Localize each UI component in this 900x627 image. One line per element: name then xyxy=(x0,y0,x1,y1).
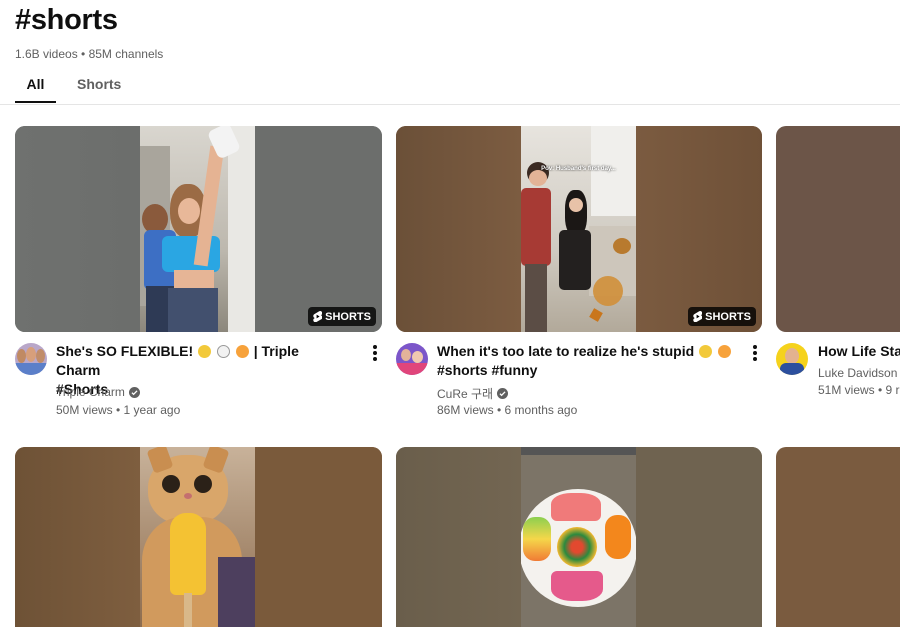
shorts-badge-label: SHORTS xyxy=(325,310,371,323)
video-thumbnail[interactable] xyxy=(776,447,900,627)
channel-name[interactable]: CuRe 구래 xyxy=(437,385,509,402)
channel-name[interactable]: Triple Charm xyxy=(56,385,140,399)
video-meta: 86M views • 6 months ago xyxy=(437,403,578,417)
tab-shorts[interactable]: Shorts xyxy=(77,74,121,105)
video-thumbnail[interactable]: Pov: Husband's first day... SHORTS xyxy=(396,126,762,332)
shorts-badge-label: SHORTS xyxy=(705,310,751,323)
shorts-icon xyxy=(693,311,703,322)
channel-avatar[interactable] xyxy=(15,343,47,375)
channel-avatar[interactable] xyxy=(776,343,808,375)
video-overlay-caption: Pov: Husband's first day... xyxy=(541,166,616,172)
channel-name-text: Triple Charm xyxy=(56,385,125,399)
video-title-text: When it's too late to realize he's stupi… xyxy=(437,343,695,359)
video-thumbnail[interactable] xyxy=(396,447,762,627)
video-thumbnail[interactable]: SHORTS xyxy=(15,126,382,332)
page-title: #shorts xyxy=(15,4,118,36)
channel-avatar[interactable] xyxy=(396,343,428,375)
channel-name[interactable]: Luke Davidson xyxy=(818,366,900,380)
shorts-badge: SHORTS xyxy=(308,307,376,326)
channel-name-text: CuRe 구래 xyxy=(437,387,494,401)
crazy-face-emoji-icon xyxy=(235,345,249,358)
hashtag-stats: 1.6B videos • 85M channels xyxy=(15,47,164,61)
eyes-emoji-icon xyxy=(216,345,230,358)
video-meta: 50M views • 1 year ago xyxy=(56,403,181,417)
shorts-badge: SHORTS xyxy=(688,307,756,326)
crazy-face-emoji-icon xyxy=(717,345,731,358)
video-title[interactable]: When it's too late to realize he's stupi… xyxy=(437,342,737,380)
scream-emoji-icon xyxy=(198,345,212,358)
video-title-text: She's SO FLEXIBLE! xyxy=(56,343,194,359)
shorts-icon xyxy=(313,311,323,322)
more-options-icon[interactable] xyxy=(751,344,759,364)
verified-check-icon xyxy=(497,388,509,399)
channel-name-text: Luke Davidson xyxy=(818,366,898,380)
video-thumbnail[interactable] xyxy=(15,447,382,627)
video-thumbnail[interactable] xyxy=(776,126,900,332)
tabs-divider xyxy=(0,104,900,105)
video-title[interactable]: How Life Star xyxy=(818,342,900,361)
video-title-hashtag: #shorts #funny xyxy=(437,362,538,378)
verified-check-icon xyxy=(128,386,140,398)
tab-bar: All Shorts xyxy=(15,74,142,105)
scream-emoji-icon xyxy=(699,345,713,358)
more-options-icon[interactable] xyxy=(371,344,379,364)
video-meta: 51M views • 9 r xyxy=(818,383,900,397)
tab-all[interactable]: All xyxy=(15,74,56,105)
